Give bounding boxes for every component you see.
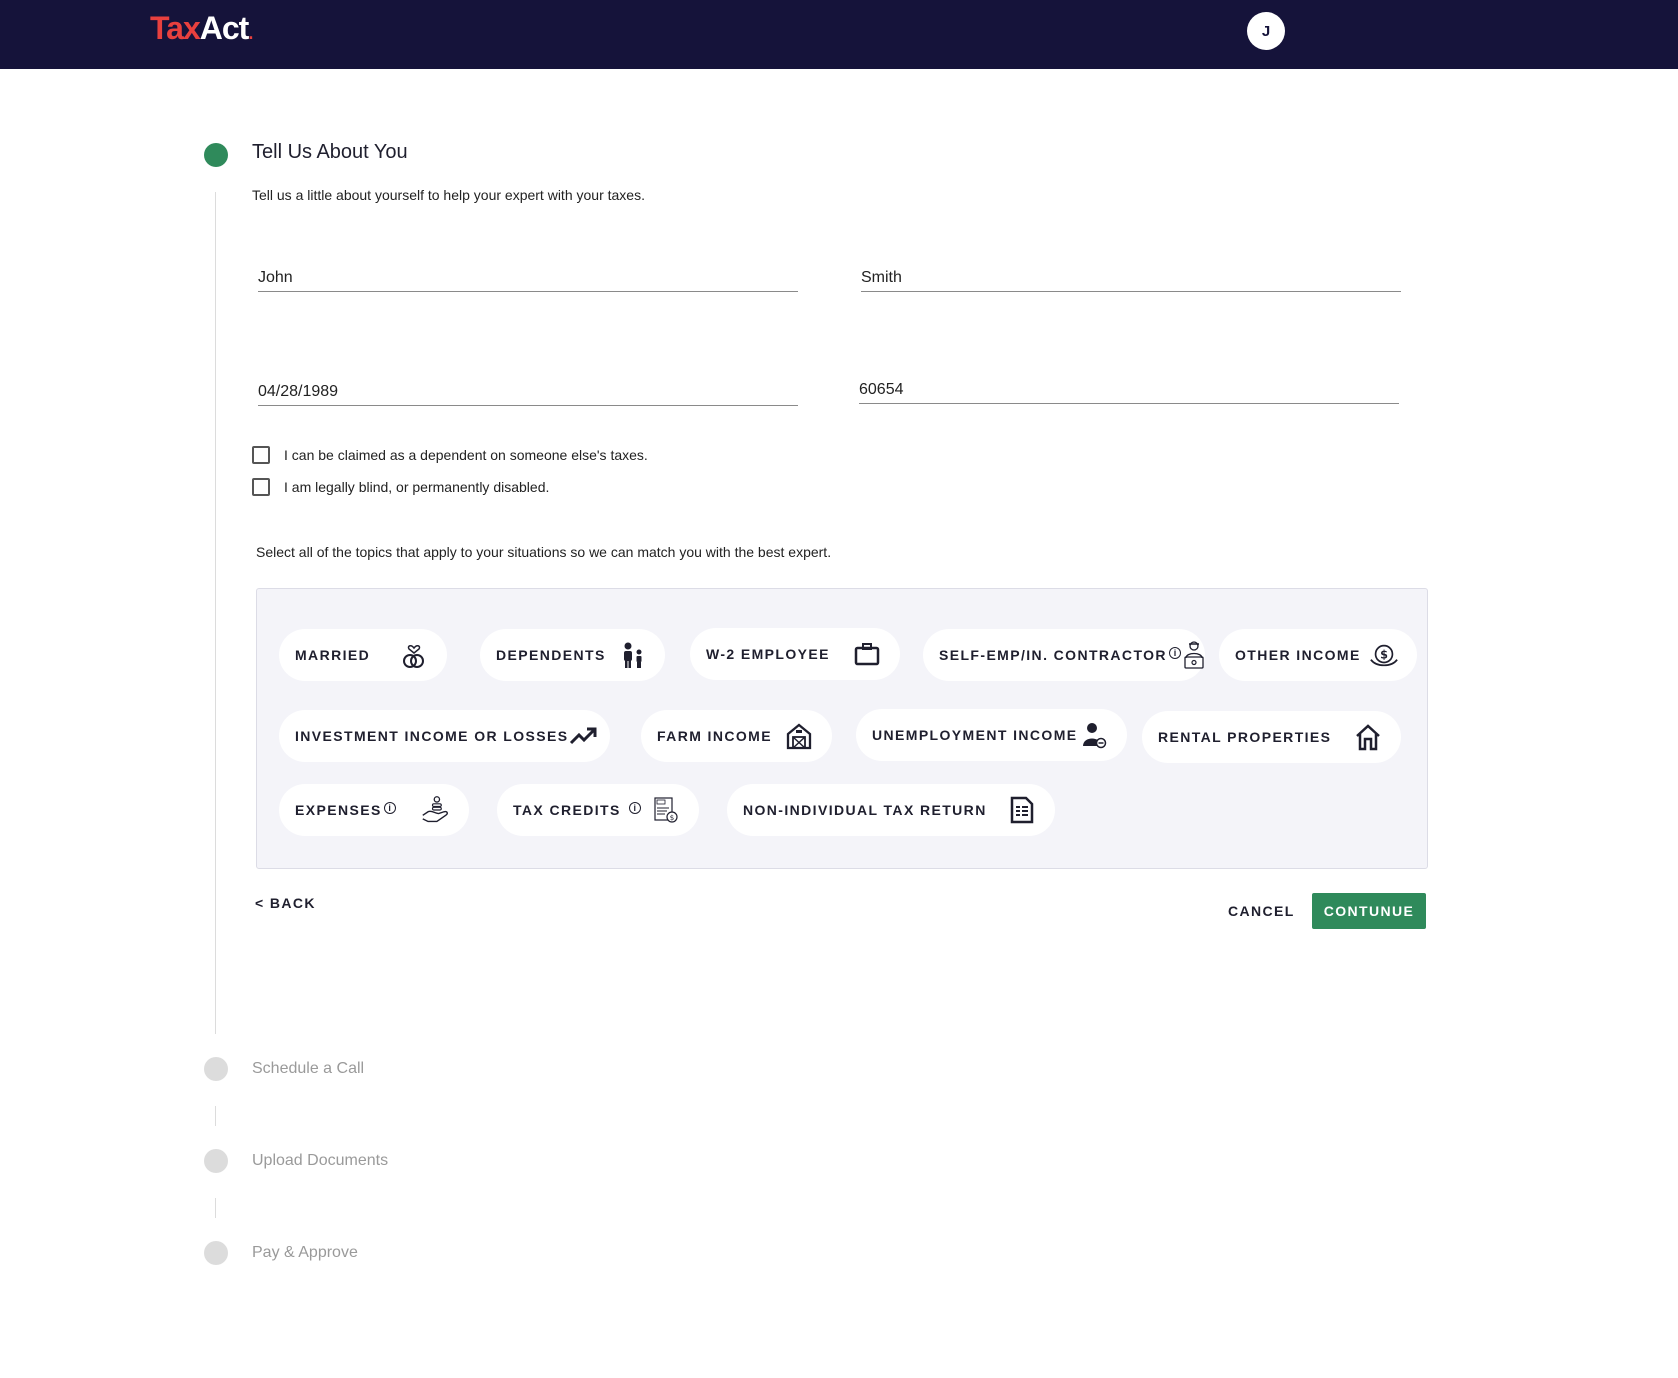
continue-button[interactable]: CONTUNUE bbox=[1312, 893, 1426, 929]
family-icon bbox=[617, 640, 647, 670]
topic-label-text: SELF-EMP/IN. CONTRACTOR bbox=[939, 647, 1167, 663]
topic-label-text: TAX CREDITS bbox=[513, 802, 621, 818]
topic-chip-dependents[interactable]: DEPENDENTS bbox=[480, 629, 665, 681]
person-minus-icon bbox=[1079, 720, 1109, 750]
form-subtitle: Tell us a little about yourself to help … bbox=[252, 187, 645, 203]
disabled-checkbox-row[interactable]: I am legally blind, or permanently disab… bbox=[252, 478, 549, 496]
top-bar: TaxAct. J bbox=[0, 0, 1678, 69]
topic-chip-rental-properties[interactable]: RENTAL PROPERTIES bbox=[1142, 711, 1401, 763]
taxact-logo[interactable]: TaxAct. bbox=[150, 10, 253, 47]
user-avatar[interactable]: J bbox=[1247, 12, 1285, 50]
topic-chip-unemployment-income[interactable]: UNEMPLOYMENT INCOME bbox=[856, 709, 1127, 761]
dob-input[interactable] bbox=[258, 362, 798, 405]
step-title-upload-documents: Upload Documents bbox=[252, 1152, 389, 1169]
svg-text:$: $ bbox=[670, 814, 674, 822]
topic-label: OTHER INCOME bbox=[1235, 647, 1361, 663]
barn-icon bbox=[784, 721, 814, 751]
briefcase-icon bbox=[852, 639, 882, 669]
trending-up-icon bbox=[569, 721, 597, 751]
disabled-checkbox[interactable] bbox=[252, 478, 270, 496]
step-title-pay-approve: Pay & Approve bbox=[252, 1244, 358, 1261]
dependent-checkbox-label: I can be claimed as a dependent on someo… bbox=[284, 447, 648, 463]
first-name-field[interactable] bbox=[258, 248, 798, 292]
topic-label: FARM INCOME bbox=[657, 728, 772, 744]
topic-chip-w2-employee[interactable]: W-2 EMPLOYEE bbox=[690, 628, 900, 680]
topic-chip-self-employed[interactable]: SELF-EMP/IN. CONTRACTOR i bbox=[923, 629, 1205, 681]
contractor-laptop-icon bbox=[1181, 640, 1207, 670]
dob-field[interactable] bbox=[258, 362, 798, 406]
topics-panel: MARRIED DEPENDENTS W-2 EMPLOYEE SELF-EMP… bbox=[256, 588, 1428, 869]
topic-label: TAX CREDITS i bbox=[513, 802, 641, 818]
info-icon[interactable]: i bbox=[383, 802, 396, 814]
topic-label: NON-INDIVIDUAL TAX RETURN bbox=[743, 802, 987, 818]
house-icon bbox=[1353, 722, 1383, 752]
svg-text:$: $ bbox=[1380, 648, 1388, 661]
step-dot-upload-documents bbox=[204, 1149, 228, 1173]
topics-intro: Select all of the topics that apply to y… bbox=[256, 544, 832, 560]
topic-chip-expenses[interactable]: EXPENSES i bbox=[279, 784, 469, 836]
step-connector bbox=[215, 192, 216, 1034]
step-dot-tell-us bbox=[204, 143, 228, 167]
zip-field[interactable] bbox=[859, 360, 1399, 404]
topic-chip-tax-credits[interactable]: TAX CREDITS i $ bbox=[497, 784, 699, 836]
info-icon[interactable]: i bbox=[1168, 647, 1181, 659]
step-dot-schedule-call bbox=[204, 1057, 228, 1081]
dependent-checkbox[interactable] bbox=[252, 446, 270, 464]
cancel-button[interactable]: CANCEL bbox=[1228, 903, 1295, 919]
info-icon[interactable]: i bbox=[628, 802, 641, 814]
topic-label: DEPENDENTS bbox=[496, 647, 606, 663]
logo-dot-text: . bbox=[248, 23, 253, 43]
zip-input[interactable] bbox=[859, 360, 1399, 403]
topic-chip-investment-income[interactable]: INVESTMENT INCOME OR LOSSES bbox=[279, 710, 610, 762]
topic-label: SELF-EMP/IN. CONTRACTOR i bbox=[939, 647, 1181, 663]
topic-chip-married[interactable]: MARRIED bbox=[279, 629, 447, 681]
topic-label: MARRIED bbox=[295, 647, 371, 663]
topic-label: W-2 EMPLOYEE bbox=[706, 646, 830, 662]
topic-chip-non-individual-return[interactable]: NON-INDIVIDUAL TAX RETURN bbox=[727, 784, 1055, 836]
topic-label: RENTAL PROPERTIES bbox=[1158, 729, 1332, 745]
tax-form-icon: $ bbox=[651, 795, 681, 825]
topic-chip-farm-income[interactable]: FARM INCOME bbox=[641, 710, 832, 762]
hand-coins-icon bbox=[421, 795, 451, 825]
topic-label: UNEMPLOYMENT INCOME bbox=[872, 727, 1078, 743]
topic-label: INVESTMENT INCOME OR LOSSES bbox=[295, 728, 569, 744]
logo-tax-text: Tax bbox=[150, 10, 201, 46]
dependent-checkbox-row[interactable]: I can be claimed as a dependent on someo… bbox=[252, 446, 648, 464]
first-name-input[interactable] bbox=[258, 248, 798, 291]
topic-label: EXPENSES i bbox=[295, 802, 396, 818]
step-connector bbox=[215, 1198, 216, 1218]
step-connector bbox=[215, 1106, 216, 1126]
last-name-input[interactable] bbox=[861, 248, 1401, 291]
topic-chip-other-income[interactable]: OTHER INCOME $ bbox=[1219, 629, 1417, 681]
step-title-schedule-call: Schedule a Call bbox=[252, 1060, 365, 1077]
money-bag-icon: $ bbox=[1369, 640, 1399, 670]
logo-act-text: Act bbox=[199, 10, 250, 46]
step-dot-pay-approve bbox=[204, 1241, 228, 1265]
topic-label-text: EXPENSES bbox=[295, 802, 382, 818]
rings-icon bbox=[399, 640, 429, 670]
back-button[interactable]: < BACK bbox=[255, 895, 316, 911]
disabled-checkbox-label: I am legally blind, or permanently disab… bbox=[284, 479, 550, 495]
last-name-field[interactable] bbox=[861, 248, 1401, 292]
step-title-tell-us: Tell Us About You bbox=[252, 141, 408, 163]
document-icon bbox=[1007, 795, 1037, 825]
